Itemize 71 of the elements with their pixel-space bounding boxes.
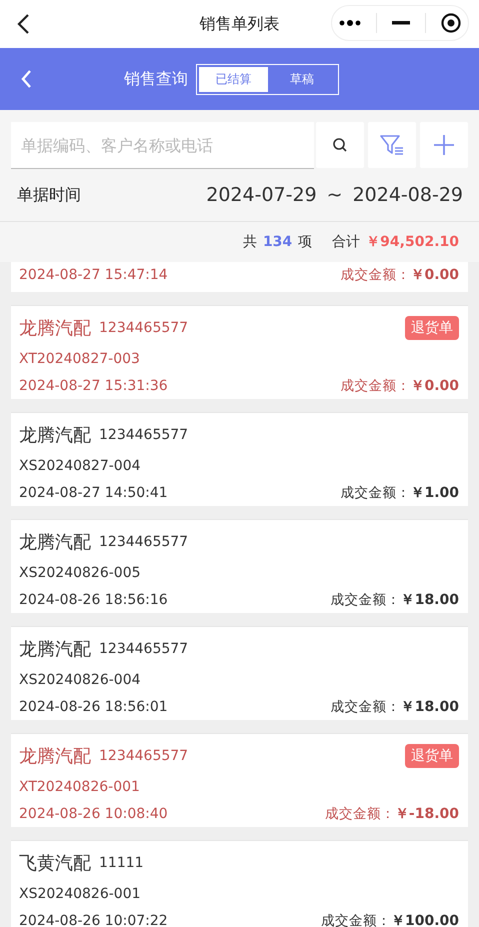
- amount-label: 成交金额：: [330, 592, 401, 608]
- order-time: 2024-08-26 18:56:01: [19, 699, 168, 715]
- tab[interactable]: 已结算: [199, 66, 268, 92]
- order-card[interactable]: 龙腾汽配 1234465577 退货单 XT20240826-001 2024-08-26 10:08:40 成交金额：￥-18.00: [11, 733, 468, 827]
- customer-phone: 1234465577: [99, 641, 188, 657]
- order-amount: ￥0.00: [410, 378, 459, 394]
- date-label: 单据时间: [17, 184, 81, 206]
- order-time: 2024-08-27 15:31:36: [19, 378, 168, 394]
- order-amount: ￥18.00: [400, 592, 459, 608]
- customer-name: 龙腾汽配: [19, 745, 91, 768]
- back-icon[interactable]: [16, 13, 30, 35]
- header-title: 销售查询: [124, 68, 188, 90]
- minimize-icon[interactable]: [392, 21, 410, 25]
- count-unit: 项: [298, 233, 312, 251]
- order-amount: ￥100.00: [390, 913, 459, 927]
- order-time: 2024-08-26 10:08:40: [19, 806, 168, 822]
- amount-label: 成交金额：: [340, 267, 410, 283]
- order-amount: ￥1.00: [410, 485, 459, 501]
- customer-name: 龙腾汽配: [19, 317, 91, 340]
- total-label: 合计: [332, 233, 360, 251]
- filter-icon: [379, 133, 405, 157]
- order-time: 2024-08-27 14:50:41: [19, 485, 168, 501]
- more-icon[interactable]: [339, 20, 362, 26]
- amount-label: 成交金额：: [324, 806, 395, 822]
- total-amount: ￥94,502.10: [366, 233, 459, 251]
- target-icon[interactable]: [440, 13, 461, 33]
- customer-phone: 1234465577: [99, 427, 188, 443]
- order-code: XT20240826-001: [19, 778, 141, 797]
- search-button[interactable]: [316, 122, 364, 168]
- customer-name: 飞黄汽配: [19, 852, 91, 875]
- amount-label: 成交金额：: [340, 378, 410, 394]
- search-icon: [332, 137, 348, 153]
- return-badge: 退货单: [405, 316, 459, 340]
- customer-name: 龙腾汽配: [19, 638, 91, 661]
- order-amount: ￥18.00: [400, 699, 459, 715]
- amount-label: 成交金额：: [340, 485, 410, 501]
- customer-name: 龙腾汽配: [19, 531, 91, 554]
- order-code: XT20240827-003: [19, 350, 141, 369]
- amount-label: 成交金额：: [320, 913, 391, 927]
- order-code: XS20240826-004: [19, 671, 142, 690]
- tab[interactable]: 草稿: [268, 66, 336, 92]
- amount-label: 成交金额：: [330, 699, 401, 715]
- start-date[interactable]: 2024-07-29: [206, 184, 317, 206]
- order-amount: ￥-18.00: [394, 806, 459, 822]
- order-code: XS20240827-004: [19, 457, 142, 476]
- customer-phone: 1234465577: [99, 534, 188, 550]
- order-code: XS20240826-001: [19, 885, 142, 904]
- order-amount: ￥0.00: [410, 267, 459, 283]
- order-card[interactable]: 飞黄汽配 11111 XS20240826-001 2024-08-26 10:07:22 成交金额：￥100.00: [11, 840, 468, 927]
- item-count: 134: [262, 234, 292, 250]
- order-card[interactable]: 龙腾汽配 1234465577 XS20240826-004 2024-08-26 18:56:01 成交金额：￥18.00: [11, 626, 468, 720]
- customer-phone: 1234465577: [99, 320, 188, 336]
- filter-button[interactable]: [368, 122, 416, 168]
- order-time: 2024-08-26 18:56:16: [19, 592, 168, 608]
- order-card[interactable]: 龙腾汽配 1234465577 退货单 XT20240827-003 2024-08-27 15:31:36 成交金额：￥0.00: [11, 305, 468, 399]
- plus-icon: [433, 134, 455, 156]
- date-separator: ~: [326, 184, 343, 206]
- count-label: 共: [242, 233, 257, 251]
- order-code: XS20240826-005: [19, 564, 142, 583]
- page-title: 销售单列表: [200, 14, 280, 34]
- order-time: 2024-08-26 10:07:22: [19, 913, 168, 927]
- order-time: 2024-08-27 15:47:14: [19, 267, 168, 283]
- search-field[interactable]: 单据编码、客户名称或电话: [11, 122, 314, 169]
- order-card[interactable]: 龙腾汽配 1234465577 XS20240827-004 2024-08-27 14:50:41 成交金额：￥1.00: [11, 412, 468, 506]
- customer-name: 龙腾汽配: [19, 424, 91, 447]
- order-card[interactable]: 2024-08-27 15:47:14 成交金额：￥0.00: [11, 262, 468, 292]
- customer-phone: 1234465577: [99, 748, 188, 764]
- return-badge: 退货单: [405, 744, 459, 768]
- customer-phone: 11111: [99, 855, 144, 871]
- order-card[interactable]: 龙腾汽配 1234465577 XS20240826-005 2024-08-26 18:56:16 成交金额：￥18.00: [11, 519, 468, 613]
- end-date[interactable]: 2024-08-29: [352, 184, 463, 206]
